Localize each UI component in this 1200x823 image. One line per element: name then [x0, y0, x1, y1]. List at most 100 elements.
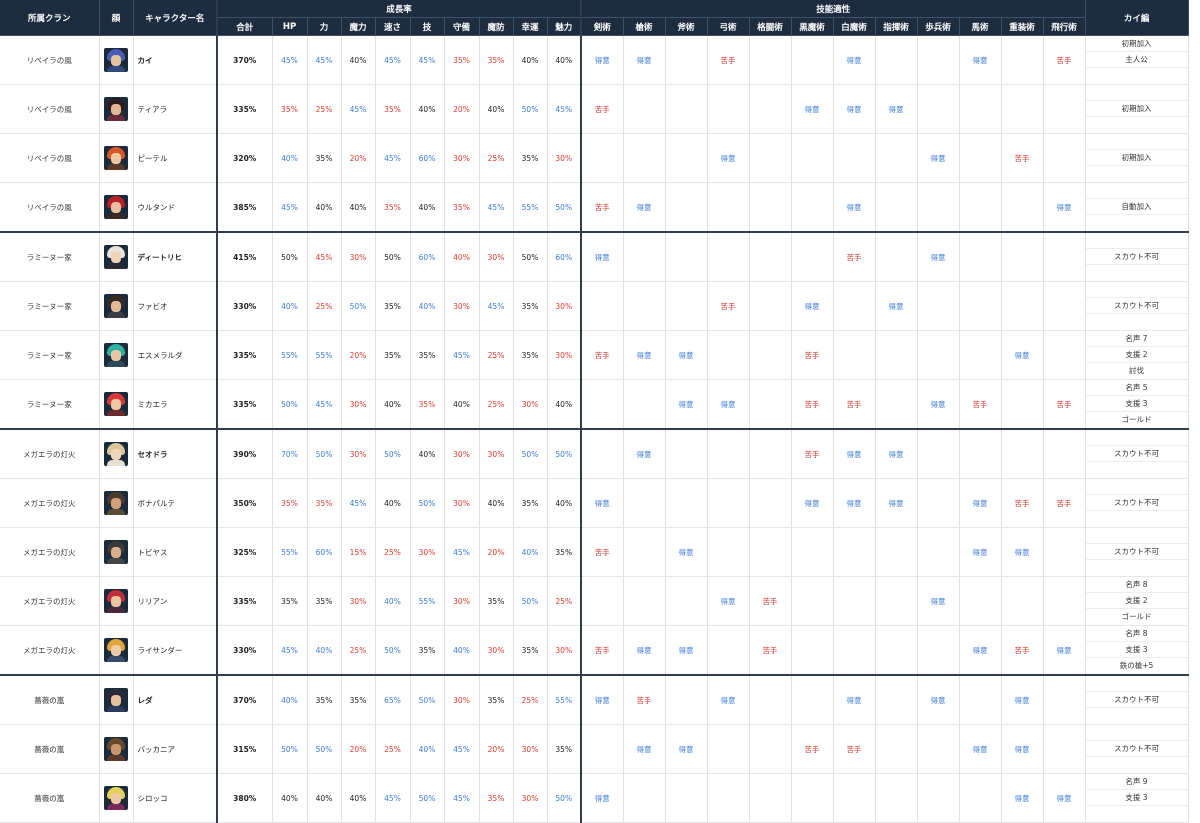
header-stat-1[interactable]: HP — [272, 17, 308, 36]
header-skill-1[interactable]: 槍術 — [623, 17, 666, 36]
table-row[interactable]: メガエラの灯火 ボナパルテ 350% 35% 35% 45% 40% 50% 30% 40% 35%… — [0, 478, 1189, 528]
skill-aptitude: 苦手 — [1043, 36, 1086, 85]
header-skill-5[interactable]: 黒魔術 — [791, 17, 834, 36]
growth-stat: 50% — [410, 773, 445, 823]
header-skill-0[interactable]: 剣術 — [581, 17, 624, 36]
note-line — [1086, 511, 1188, 527]
skill-aptitude — [665, 576, 708, 626]
header-skill-9[interactable]: 馬術 — [959, 17, 1002, 36]
header-stat-7[interactable]: 魔防 — [479, 17, 514, 36]
growth-stat: 50% — [513, 429, 548, 479]
skill-aptitude — [623, 84, 666, 134]
table-row[interactable]: ラミーヌー家 ミカエラ 335% 50% 45% 30% 40% 35% 40% 25% 30% 40… — [0, 379, 1189, 430]
header-stat-6[interactable]: 守備 — [444, 17, 480, 36]
table-row[interactable]: リベイラの風 ティアラ 335% 35% 25% 45% 35% 40% 20% 40% 50% 45… — [0, 84, 1189, 134]
header-stat-2[interactable]: 力 — [307, 17, 342, 36]
notes-cell: 名声 5 支援 3 ゴールド — [1085, 379, 1189, 430]
growth-stat: 30% — [479, 429, 514, 479]
notes-cell: 名声 7 支援 2 討伐 — [1085, 330, 1189, 380]
skill-aptitude — [1043, 84, 1086, 134]
header-skill-4[interactable]: 格闘術 — [749, 17, 792, 36]
growth-stat: 35% — [341, 675, 376, 725]
skill-aptitude — [959, 429, 1002, 479]
growth-stat: 55% — [513, 182, 548, 233]
skill-aptitude — [707, 232, 750, 282]
growth-total: 330% — [217, 625, 273, 676]
skill-aptitude: 得意 — [623, 330, 666, 380]
growth-stat: 45% — [444, 527, 480, 577]
skill-aptitude — [1001, 232, 1044, 282]
skill-aptitude — [623, 379, 666, 430]
skill-aptitude — [959, 576, 1002, 626]
growth-stat: 45% — [307, 232, 342, 282]
header-clan[interactable]: 所属クラン — [0, 0, 100, 36]
growth-stat: 25% — [479, 330, 514, 380]
header-skill-8[interactable]: 歩兵術 — [917, 17, 960, 36]
header-skill-3[interactable]: 弓術 — [707, 17, 750, 36]
growth-stat: 60% — [307, 527, 342, 577]
growth-stat: 35% — [547, 724, 582, 774]
header-row-top: 所属クラン 顔 キャラクター名 成長率 技能適性 カイ編 — [0, 0, 1189, 36]
table-row[interactable]: ラミーヌー家 ファビオ 330% 40% 25% 50% 35% 40% 30% 45% 35% 30… — [0, 281, 1189, 331]
table-row[interactable]: 薔薇の嵐 シロッコ 380% 40% 40% 40% 45% 50% 45% 35% 30% 50% 得… — [0, 773, 1189, 823]
skill-aptitude — [875, 36, 918, 85]
table-row[interactable]: メガエラの灯火 リリアン 335% 35% 35% 30% 40% 55% 30% 35% 50% 2… — [0, 576, 1189, 626]
notes-cell: スカウト不可 — [1085, 527, 1189, 577]
skill-aptitude: 得意 — [623, 724, 666, 774]
growth-stat: 25% — [307, 281, 342, 331]
growth-stat: 30% — [444, 429, 480, 479]
header-stat-3[interactable]: 魔力 — [341, 17, 376, 36]
note-line — [1085, 282, 1187, 298]
growth-stat: 45% — [272, 625, 308, 676]
header-skill-10[interactable]: 重装術 — [1001, 17, 1044, 36]
table-row[interactable]: 薔薇の嵐 レダ 370% 40% 35% 35% 65% 50% 30% 35% 25% 55% 得意苦… — [0, 675, 1189, 725]
note-line: 討伐 — [1129, 366, 1144, 375]
header-stat-0[interactable]: 合計 — [217, 17, 273, 36]
avatar-face — [111, 793, 121, 804]
header-stat-9[interactable]: 魅力 — [547, 17, 583, 36]
header-name[interactable]: キャラクター名 — [133, 0, 218, 36]
note-line: 初期加入 — [1085, 36, 1187, 52]
note-line: 初期加入 — [1085, 150, 1187, 166]
growth-stat: 30% — [341, 576, 376, 626]
table-row[interactable]: リベイラの風 カイ 370% 45% 45% 40% 45% 45% 35% 35% 40% 40% 得… — [0, 36, 1189, 85]
notes-cell: 初期加入 — [1085, 133, 1189, 183]
table-row[interactable]: メガエラの灯火 ライサンダー 330% 45% 40% 25% 50% 35% 40% 30% 35… — [0, 625, 1189, 676]
portrait-cell — [99, 84, 134, 134]
header-skill-7[interactable]: 指揮術 — [875, 17, 918, 36]
table-row[interactable]: リベイラの風 ウルタンド 385% 45% 40% 40% 35% 40% 35% 45% 55% 5… — [0, 182, 1189, 233]
skill-aptitude — [623, 133, 666, 183]
growth-stat: 40% — [272, 675, 308, 725]
table-row[interactable]: 薔薇の嵐 バッカニア 315% 50% 50% 20% 25% 40% 45% 20% 30% 35%… — [0, 724, 1189, 774]
growth-stat: 45% — [547, 84, 582, 134]
notes-cell: スカウト不可 — [1085, 281, 1189, 331]
table-row[interactable]: ラミーヌー家 エスメラルダ 335% 55% 55% 20% 35% 35% 45% 25% 35%… — [0, 330, 1189, 380]
header-skill-6[interactable]: 白魔術 — [833, 17, 876, 36]
header-stat-8[interactable]: 幸運 — [513, 17, 548, 36]
note-line — [1086, 68, 1188, 84]
growth-stat: 70% — [272, 429, 308, 479]
skill-aptitude — [749, 36, 792, 85]
growth-stat: 25% — [375, 527, 411, 577]
skill-aptitude — [665, 281, 708, 331]
table-row[interactable]: ラミーヌー家 ディートリヒ 415% 50% 45% 30% 50% 60% 40% 30% 50%… — [0, 232, 1189, 282]
growth-total: 335% — [217, 576, 273, 626]
header-stat-4[interactable]: 速さ — [375, 17, 411, 36]
table-row[interactable]: リベイラの風 ピーテル 320% 40% 35% 20% 45% 60% 30% 25% 35% 30… — [0, 133, 1189, 183]
note-line: 名声 8 — [1085, 626, 1187, 642]
header-skill-2[interactable]: 斧術 — [665, 17, 708, 36]
avatar-face — [111, 104, 121, 115]
growth-stat: 30% — [513, 724, 548, 774]
avatar — [104, 491, 128, 515]
header-skill-11[interactable]: 飛行術 — [1043, 17, 1086, 36]
growth-total: 385% — [217, 182, 273, 233]
skill-aptitude — [959, 773, 1002, 823]
header-notes[interactable]: カイ編 — [1085, 0, 1189, 36]
skill-aptitude: 得意 — [959, 527, 1002, 577]
table-row[interactable]: メガエラの灯火 セオドラ 390% 70% 50% 30% 50% 40% 30% 30% 50% 5… — [0, 429, 1189, 479]
header-face[interactable]: 顔 — [99, 0, 134, 36]
portrait-cell — [99, 576, 134, 626]
header-stat-5[interactable]: 技 — [410, 17, 445, 36]
table-row[interactable]: メガエラの灯火 トビヤス 325% 55% 60% 15% 25% 30% 45% 20% 40% 3… — [0, 527, 1189, 577]
growth-stat: 35% — [272, 576, 308, 626]
